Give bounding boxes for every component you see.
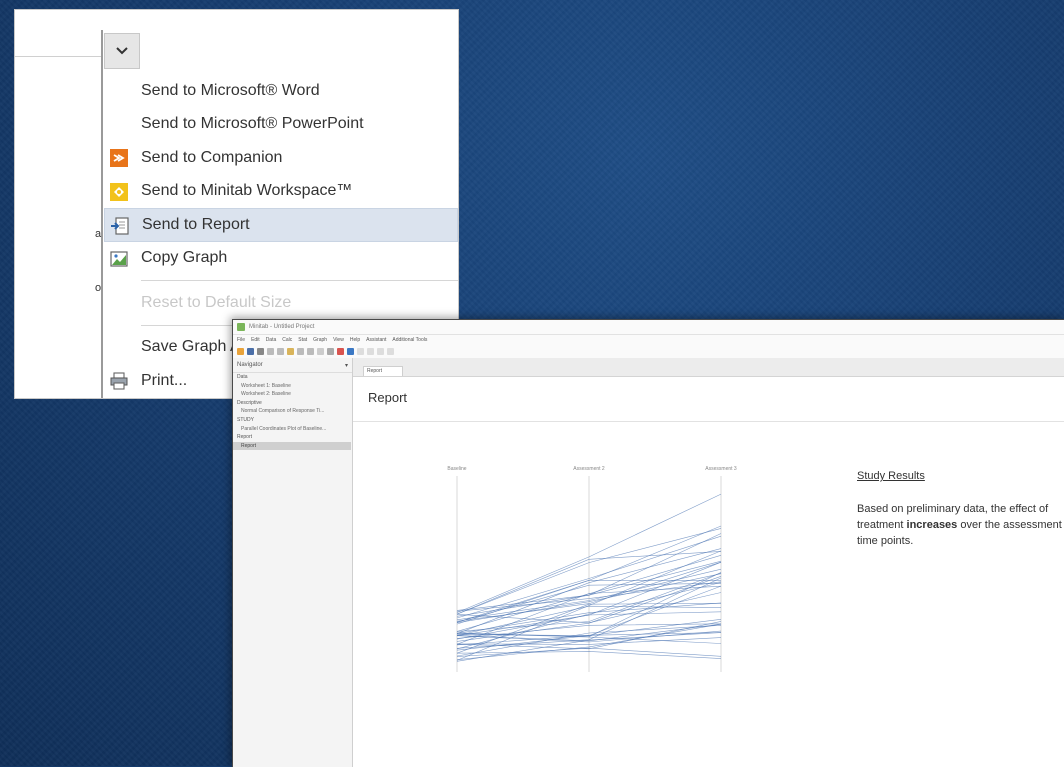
document-tabs: Report bbox=[353, 358, 1064, 377]
minitab-app-window: Minitab - Untitled Project File Edit Dat… bbox=[232, 319, 1064, 767]
copy-icon[interactable] bbox=[277, 348, 284, 355]
report-divider bbox=[353, 421, 1064, 422]
tab-label: Report bbox=[367, 368, 383, 374]
menu-file[interactable]: File bbox=[237, 337, 245, 343]
navigator-title: Navigator bbox=[237, 362, 263, 368]
study-results-text: Based on preliminary data, the effect of… bbox=[857, 503, 1062, 547]
help-icon[interactable] bbox=[347, 348, 354, 355]
menu-item-label: Send to Microsoft® Word bbox=[141, 81, 320, 99]
paste-icon[interactable] bbox=[287, 348, 294, 355]
navigator-item-label: Data bbox=[237, 374, 248, 380]
stop-icon[interactable] bbox=[337, 348, 344, 355]
menu-stat[interactable]: Stat bbox=[298, 337, 307, 343]
cut-icon[interactable] bbox=[267, 348, 274, 355]
menu-item-label: Send to Minitab Workspace™ bbox=[141, 182, 353, 200]
menu-item-send-to-word[interactable]: Send to Microsoft® Word bbox=[104, 74, 458, 108]
chevron-down-icon bbox=[116, 47, 128, 55]
graph-icon[interactable] bbox=[327, 348, 334, 355]
navigator-item[interactable]: Parallel Coordinates Plot of Baseline... bbox=[233, 425, 352, 434]
navigator-item[interactable]: Worksheet 2: Baseline bbox=[233, 390, 352, 399]
open-icon[interactable] bbox=[237, 348, 244, 355]
report-title: Report bbox=[368, 390, 408, 405]
menu-graph[interactable]: Graph bbox=[313, 337, 327, 343]
navigator-item-label: Normal Comparison of Response Ti... bbox=[241, 408, 325, 415]
menu-calc[interactable]: Calc bbox=[282, 337, 292, 343]
menu-assistant[interactable]: Assistant bbox=[366, 337, 386, 343]
navigator-panel: Navigator ▾ Data Worksheet 1: Baseline W… bbox=[233, 358, 353, 767]
undo-icon[interactable] bbox=[297, 348, 304, 355]
printer-icon bbox=[110, 372, 128, 390]
menu-item-send-to-report[interactable]: Send to Report bbox=[104, 208, 458, 242]
axis-label: Baseline bbox=[447, 466, 466, 472]
navigator-group[interactable]: Data bbox=[233, 373, 352, 382]
menu-item-label: Copy Graph bbox=[141, 249, 228, 267]
navigator-group[interactable]: Report bbox=[233, 433, 352, 442]
navigator-item[interactable]: Worksheet 1: Baseline bbox=[233, 382, 352, 391]
save-icon[interactable] bbox=[247, 348, 254, 355]
navigator-group[interactable]: Descriptive bbox=[233, 399, 352, 408]
menu-data[interactable]: Data bbox=[266, 337, 277, 343]
menu-separator bbox=[141, 280, 458, 281]
menu-item-label: Send to Microsoft® PowerPoint bbox=[141, 115, 364, 133]
companion-icon bbox=[110, 149, 128, 167]
menu-item-send-to-workspace[interactable]: Send to Minitab Workspace™ bbox=[104, 175, 458, 209]
menu-additional-tools[interactable]: Additional Tools bbox=[392, 337, 427, 343]
window-title: Minitab - Untitled Project bbox=[249, 324, 315, 330]
navigator-item-label: Descriptive bbox=[237, 399, 262, 406]
chevron-down-icon[interactable]: ▾ bbox=[345, 362, 348, 369]
navigator-item-label: Worksheet 1: Baseline bbox=[241, 382, 291, 389]
plot-svg: Baseline Assessment 2 Assessment 3 bbox=[447, 466, 737, 672]
menu-item-reset-default-size: Reset to Default Size bbox=[104, 286, 458, 320]
navigator-item-label: Worksheet 2: Baseline bbox=[241, 391, 291, 398]
axis-label: Assessment 2 bbox=[573, 466, 605, 472]
tool-icon[interactable] bbox=[377, 348, 384, 355]
menu-item-label: Print... bbox=[141, 371, 188, 389]
study-results-heading: Study Results bbox=[857, 470, 925, 482]
window-titlebar: Minitab - Untitled Project bbox=[233, 320, 1064, 335]
menu-help[interactable]: Help bbox=[350, 337, 360, 343]
menu-item-label: Send to Report bbox=[142, 215, 250, 233]
navigator-item-label: Parallel Coordinates Plot of Baseline... bbox=[241, 425, 327, 432]
navigator-item-label: Report bbox=[237, 434, 253, 441]
tab-report[interactable]: Report bbox=[363, 366, 403, 376]
parallel-coordinates-plot[interactable]: Baseline Assessment 2 Assessment 3 bbox=[433, 460, 753, 675]
tool-icon[interactable] bbox=[367, 348, 374, 355]
graph-options-dropdown-button[interactable] bbox=[104, 33, 140, 69]
redo-icon[interactable] bbox=[307, 348, 314, 355]
menu-edit[interactable]: Edit bbox=[251, 337, 260, 343]
navigator-item-label: STUDY bbox=[237, 416, 254, 423]
menu-item-label: Reset to Default Size bbox=[141, 293, 292, 311]
menu-bar: File Edit Data Calc Stat Graph View Help… bbox=[233, 335, 1064, 345]
navigator-item-report-active[interactable]: Report bbox=[233, 441, 351, 451]
navigator-header: Navigator ▾ bbox=[233, 358, 352, 373]
print-icon[interactable] bbox=[257, 348, 264, 355]
navigator-item[interactable]: Normal Comparison of Response Ti... bbox=[233, 407, 352, 416]
menu-item-copy-graph[interactable]: Copy Graph bbox=[104, 242, 458, 276]
navigator-item-label: Report bbox=[241, 442, 257, 449]
copy-graph-icon bbox=[110, 250, 128, 267]
navigator-group[interactable]: STUDY bbox=[233, 416, 352, 425]
menu-item-send-to-companion[interactable]: Send to Companion bbox=[104, 141, 458, 175]
report-icon bbox=[111, 217, 129, 235]
tool-icon[interactable] bbox=[387, 348, 394, 355]
minitab-logo-icon bbox=[237, 323, 245, 331]
axis-label: Assessment 3 bbox=[705, 466, 737, 472]
menu-item-send-to-powerpoint[interactable]: Send to Microsoft® PowerPoint bbox=[104, 108, 458, 142]
background-pane bbox=[15, 30, 103, 398]
tool-icon[interactable] bbox=[357, 348, 364, 355]
toolbar bbox=[233, 345, 1064, 359]
menu-item-label: Send to Companion bbox=[141, 148, 283, 166]
workspace-icon bbox=[110, 182, 128, 201]
menu-view[interactable]: View bbox=[333, 337, 344, 343]
find-icon[interactable] bbox=[317, 348, 324, 355]
